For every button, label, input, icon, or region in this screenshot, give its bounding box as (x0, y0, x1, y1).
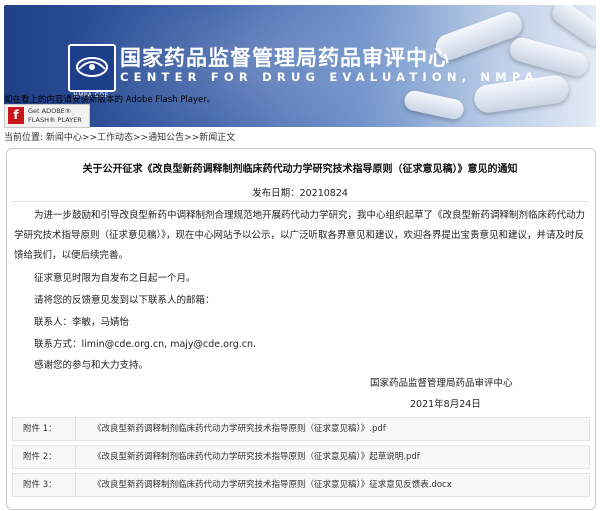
comment-period-text: 征求意见时限为自发布之日起一个月。 (34, 273, 196, 284)
attachment-label: 附件 3： (23, 480, 57, 490)
breadcrumb-separator: >> (133, 133, 149, 143)
breadcrumb-separator: >> (81, 133, 98, 143)
flash-badge-line2: FLASH® PLAYER (28, 116, 82, 124)
attachment-label: 附件 1： (23, 424, 57, 434)
flash-icon: f (8, 107, 24, 124)
flash-badge-line1: Get ADOBE® (28, 107, 72, 115)
breadcrumb-item-current: 新闻正文 (199, 133, 236, 143)
contact-email-text[interactable]: 联系方式：limin@cde.org.cn, majy@cde.org.cn. (34, 336, 256, 350)
get-flash-player-button[interactable]: f Get ADOBE® FLASH® PLAYER (4, 104, 90, 128)
attachment-row: 附件 2： 《改良型新药调释制剂临床药代动力学研究技术指导原则（征求意见稿）》起… (12, 445, 590, 469)
attachment-divider (75, 418, 76, 440)
breadcrumb-item-news-center[interactable]: 新闻中心 (46, 133, 82, 143)
publish-date: 发布日期：20210824 (252, 188, 348, 199)
feedback-instruction-text: 请将您的反馈意见发到以下联系人的邮箱： (34, 295, 215, 306)
attachment-label: 附件 2： (23, 452, 57, 462)
attachment-link[interactable]: 《改良型新药调释制剂临床药代动力学研究技术指导原则（征求意见稿）》.pdf (93, 418, 386, 440)
attachment-divider (75, 446, 76, 468)
attachment-divider (75, 474, 76, 496)
capsule-decoration (548, 5, 596, 51)
thanks-text: 感谢您的参与和大力支持。 (34, 360, 149, 371)
article-paragraph: 为进一步鼓励和引导改良型新药中调释制剂合理规范地开展药代动力学研究，我中心组织起… (14, 210, 586, 261)
signature-organization: 国家药品监督管理局药品审评中心 (370, 378, 513, 389)
breadcrumb-separator: >> (184, 133, 200, 143)
breadcrumb-prefix: 当前位置: (4, 133, 44, 143)
attachment-row: 附件 3： 《改良型新药调释制剂临床药代动力学研究技术指导原则（征求意见稿）》征… (12, 473, 590, 497)
breadcrumb-item-work-news[interactable]: 工作动态 (97, 133, 133, 143)
breadcrumb-item-notices[interactable]: 通知公告 (148, 133, 184, 143)
attachment-link[interactable]: 《改良型新药调释制剂临床药代动力学研究技术指导原则（征求意见稿）》征求意见反馈表… (93, 474, 452, 496)
signature-date: 2021年8月24日 (410, 399, 481, 410)
site-title-en: CENTER FOR DRUG EVALUATION, NMPA (120, 70, 539, 84)
contacts-text: 联系人：李敏，马婧怡 (34, 317, 130, 328)
cde-logo-icon[interactable] (68, 44, 116, 92)
attachment-row: 附件 1： 《改良型新药调释制剂临床药代动力学研究技术指导原则（征求意见稿）》.… (12, 417, 590, 441)
page: NMPA CDE 国家药品监督管理局药品审评中心 CENTER FOR DRUG… (0, 0, 600, 511)
breadcrumb: 当前位置: 新闻中心>>工作动态>>通知公告>>新闻正文 (4, 130, 596, 146)
site-title-cn: 国家药品监督管理局药品审评中心 (120, 46, 450, 70)
logo-emblem-icon (76, 57, 108, 77)
article-title: 关于公开征求《改良型新药调释制剂临床药代动力学研究技术指导原则（征求意见稿）》意… (82, 164, 518, 175)
title-divider (12, 201, 588, 202)
attachment-link[interactable]: 《改良型新药调释制剂临床药代动力学研究技术指导原则（征求意见稿）》起草说明.pd… (93, 446, 420, 468)
